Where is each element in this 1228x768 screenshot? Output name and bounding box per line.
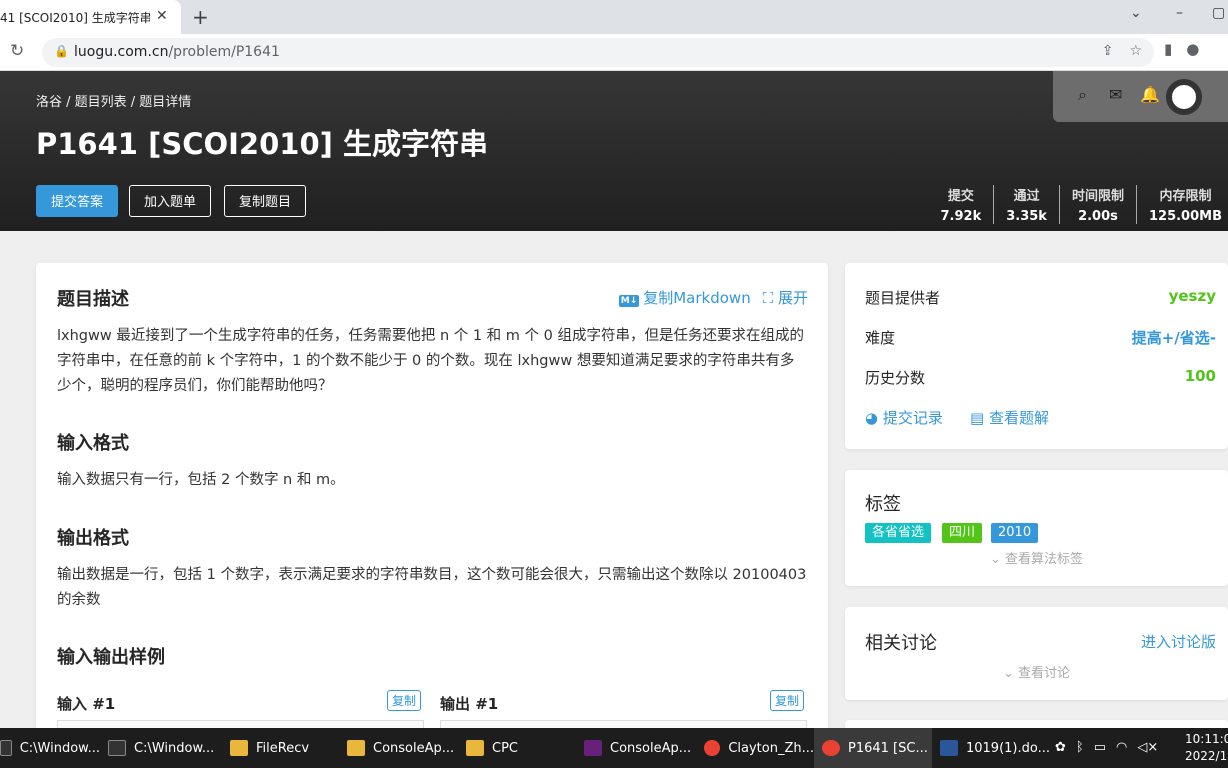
tag-sichuan[interactable]: 四川 (942, 523, 983, 543)
taskbar-chrome-2[interactable]: P1641 [SC... (814, 728, 932, 768)
star-icon[interactable]: ☆ (1129, 43, 1142, 59)
sample-input-label: 输入 #1 (57, 695, 116, 713)
minimize-icon[interactable]: – (1176, 5, 1183, 21)
desc-text: lxhgww 最近接到了一个生成字符串的任务，任务需要他把 n 个 1 和 m … (57, 328, 804, 394)
problem-ops: M↓ 复制Markdown ⛶ 展开 (618, 287, 808, 308)
solutions-link[interactable]: ▤ 查看题解 (970, 407, 1049, 428)
visual-studio-icon (584, 740, 602, 756)
close-icon[interactable]: ✕ (156, 8, 168, 24)
history-score: 100 (1184, 367, 1216, 385)
enter-discussion-link[interactable]: 进入讨论版 (1141, 631, 1216, 652)
terminal-icon (0, 740, 12, 756)
input-text: 输入数据只有一行，包括 2 个数字 n 和 m。 (57, 472, 345, 488)
taskbar-visual-studio[interactable]: ConsoleAp... (584, 728, 696, 768)
stat-submissions: 提交 7.92k (940, 189, 982, 224)
view-discussion-link[interactable]: ⌄ 查看讨论 (1003, 662, 1070, 681)
wifi-icon[interactable]: ◠ (1116, 740, 1127, 755)
taskbar-word[interactable]: 1019(1).do... (940, 728, 1050, 768)
submit-button[interactable]: 提交答案 (36, 185, 119, 217)
reload-icon[interactable]: ↻ (10, 41, 24, 61)
browser-tab-bar: 41 [SCOI2010] 生成字符串 ✕ + ⌄ – ▢ (0, 0, 1228, 34)
show-tags-link[interactable]: ⌄ 查看算法标签 (990, 548, 1083, 567)
clock[interactable]: 10:11:092022/10/ (1185, 731, 1228, 765)
output-heading: 输出格式 (57, 528, 129, 549)
mail-icon[interactable]: ✉ (1109, 85, 1122, 104)
folder-icon (230, 740, 248, 756)
stat-accepted: 通过 3.35k (993, 185, 1059, 224)
battery-icon[interactable]: ▭ (1094, 740, 1106, 755)
terminal-icon (108, 740, 126, 756)
expand-link[interactable]: ⛶ 展开 (763, 287, 808, 308)
copy-problem-button[interactable]: 复制题目 (224, 185, 307, 217)
input-heading: 输入格式 (57, 433, 129, 454)
problem-stats: 提交 7.92k 通过 3.35k 时间限制 2.00s 内存限制 125.00MB (929, 185, 1228, 224)
tag-province[interactable]: 各省省选 (865, 523, 932, 543)
system-tray: ✿ ᛒ ▭ ◠ ◁× (1055, 740, 1158, 755)
provider-link[interactable]: yeszy (1169, 287, 1216, 305)
discussion-card: 相关讨论 进入讨论版 ⌄ 查看讨论 (845, 607, 1228, 700)
user-toolbar: ⌕ ✉ 🔔 (1053, 71, 1228, 122)
address-bar: ↻ 🔒 luogu.com.cn/problem/P1641 ⇪ ☆ ▮ ● (0, 34, 1228, 71)
sidebar-icon[interactable]: ▮ (1164, 40, 1172, 58)
chrome-icon (822, 740, 840, 756)
bell-icon[interactable]: 🔔 (1140, 85, 1160, 104)
url-input[interactable]: 🔒 luogu.com.cn/problem/P1641 ⇪ ☆ (42, 38, 1154, 67)
maximize-icon[interactable]: ▢ (1212, 5, 1225, 21)
desc-heading: 题目描述 (57, 289, 129, 310)
taskbar-chrome-1[interactable]: Clayton_Zh... (704, 728, 814, 768)
avatar[interactable] (1166, 79, 1202, 115)
folder-icon (347, 740, 365, 756)
problem-card: 题目描述 M↓ 复制Markdown ⛶ 展开 lxhgww 最近接到了一个生成字… (36, 263, 828, 743)
stat-memory-limit: 内存限制 125.00MB (1135, 185, 1228, 224)
word-icon (940, 740, 958, 756)
add-to-list-button[interactable]: 加入题单 (129, 185, 212, 217)
pie-chart-icon: ◕ (865, 409, 883, 427)
tag-year[interactable]: 2010 (991, 523, 1039, 543)
difficulty-value[interactable]: 提高+/省选- (1132, 327, 1216, 348)
url-text: luogu.com.cn/problem/P1641 (74, 44, 280, 60)
chevron-down-icon: ⌄ (990, 552, 1006, 567)
volume-icon[interactable]: ◁× (1137, 740, 1158, 755)
profile-icon[interactable]: ● (1186, 40, 1199, 58)
share-icon[interactable]: ⇪ (1102, 43, 1114, 59)
expand-icon: ⛶ (762, 289, 778, 307)
info-card: 题目提供者 yeszy 难度 提高+/省选- 历史分数 100 ◕ 提交记录 ▤… (845, 263, 1228, 449)
tags-card: 标签 各省省选 四川 2010 ⌄ 查看算法标签 (845, 470, 1228, 586)
difficulty-label: 难度 (865, 329, 896, 347)
taskbar-cmd-2[interactable]: C:\Window... (108, 728, 220, 768)
search-icon[interactable]: ⌕ (1078, 85, 1087, 105)
taskbar-filerecv[interactable]: FileRecv (230, 728, 340, 768)
taskbar-cpc[interactable]: CPC (466, 728, 576, 768)
folder-icon (466, 740, 484, 756)
bluetooth-icon[interactable]: ᛒ (1076, 740, 1084, 755)
records-link[interactable]: ◕ 提交记录 (865, 407, 943, 428)
app-tray-icon[interactable]: ✿ (1055, 740, 1066, 755)
copy-input-button[interactable]: 复制 (387, 690, 422, 711)
problem-header: 洛谷 / 题目列表 / 题目详情 P1641 [SCOI2010] 生成字符串 … (0, 71, 1228, 231)
copy-output-button[interactable]: 复制 (770, 690, 805, 711)
breadcrumb[interactable]: 洛谷 / 题目列表 / 题目详情 (36, 91, 191, 110)
new-tab-icon[interactable]: + (192, 5, 209, 29)
samples-heading: 输入输出样例 (57, 647, 165, 668)
stat-time-limit: 时间限制 2.00s (1058, 185, 1136, 224)
browser-tab[interactable]: 41 [SCOI2010] 生成字符串 ✕ (0, 0, 181, 34)
taskbar: C:\Window... C:\Window... FileRecv Conso… (0, 728, 1228, 768)
page-title: P1641 [SCOI2010] 生成字符串 (36, 127, 488, 161)
chevron-down-icon: ⌄ (1003, 666, 1019, 681)
tab-title: 41 [SCOI2010] 生成字符串 (0, 10, 150, 25)
provider-label: 题目提供者 (865, 289, 941, 307)
book-icon: ▤ (970, 409, 989, 427)
output-text: 输出数据是一行，包括 1 个数字，表示满足要求的字符串数目，这个数可能会很大，只… (57, 567, 807, 608)
markdown-icon: M↓ (618, 295, 640, 307)
chevron-down-icon[interactable]: ⌄ (1130, 5, 1142, 21)
copy-markdown-link[interactable]: M↓ 复制Markdown (618, 287, 751, 308)
chrome-icon (704, 740, 721, 756)
discussion-heading: 相关讨论 (865, 633, 937, 654)
lock-icon[interactable]: 🔒 (54, 44, 69, 58)
taskbar-cmd-1[interactable]: C:\Window... (0, 728, 100, 768)
history-label: 历史分数 (865, 369, 926, 387)
taskbar-consoleapp-folder[interactable]: ConsoleAp... (347, 728, 459, 768)
tags-heading: 标签 (865, 494, 901, 515)
sample-output-label: 输出 #1 (440, 695, 499, 713)
